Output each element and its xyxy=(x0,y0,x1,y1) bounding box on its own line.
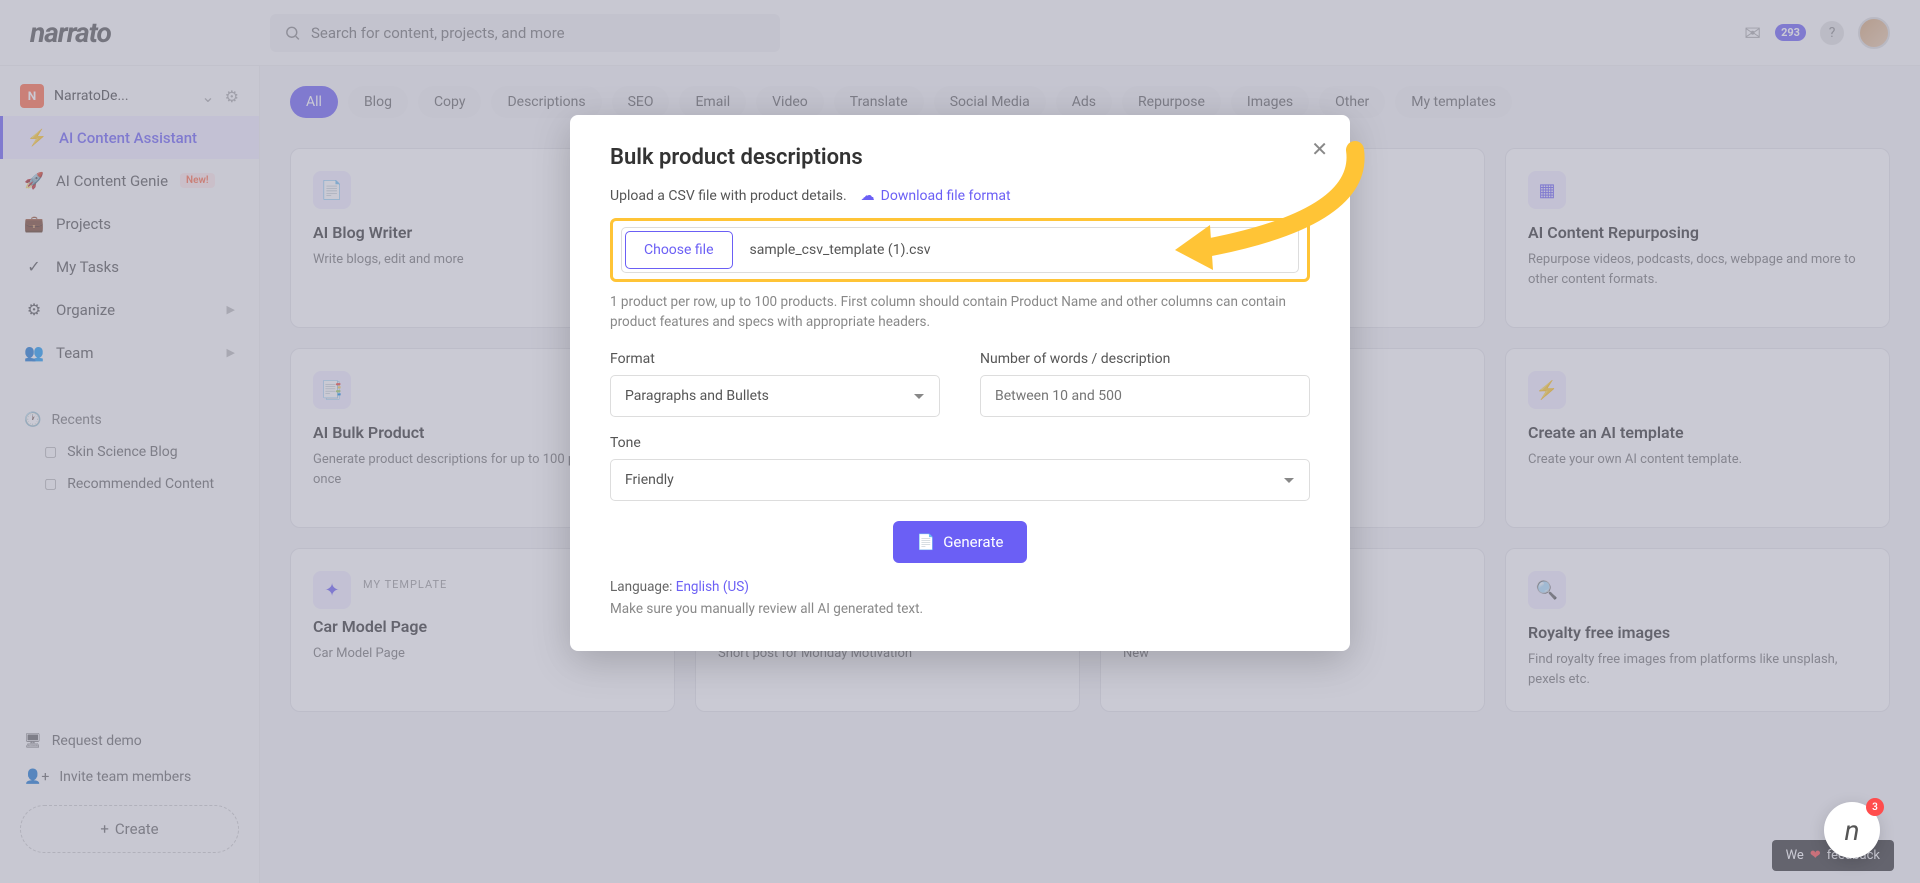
upload-label: Upload a CSV file with product details. xyxy=(610,188,847,204)
file-input-row: Choose file sample_csv_template (1).csv xyxy=(621,227,1299,273)
modal-title: Bulk product descriptions xyxy=(610,145,1310,170)
words-input[interactable] xyxy=(980,375,1310,417)
choose-file-button[interactable]: Choose file xyxy=(625,231,733,269)
download-format-link[interactable]: ☁ Download file format xyxy=(861,188,1011,204)
language-link[interactable]: English (US) xyxy=(676,579,749,595)
form-row: Format Paragraphs and Bullets Number of … xyxy=(610,351,1310,417)
file-highlight: Choose file sample_csv_template (1).csv xyxy=(610,218,1310,282)
language-row: Language: English (US) xyxy=(610,579,1310,595)
language-label: Language: xyxy=(610,579,676,595)
tone-label: Tone xyxy=(610,435,1310,451)
format-group: Format Paragraphs and Bullets xyxy=(610,351,940,417)
tone-select[interactable]: Friendly xyxy=(610,459,1310,501)
close-icon[interactable]: ✕ xyxy=(1311,137,1328,161)
helper-text: 1 product per row, up to 100 products. F… xyxy=(610,292,1310,333)
generate-button[interactable]: 📄 Generate xyxy=(893,521,1028,563)
tone-group: Tone Friendly xyxy=(610,435,1310,501)
generate-label: Generate xyxy=(943,533,1003,551)
words-group: Number of words / description xyxy=(980,351,1310,417)
notification-count-badge: 3 xyxy=(1866,798,1884,816)
bulk-product-modal: ✕ Bulk product descriptions Upload a CSV… xyxy=(570,115,1350,651)
floating-logo[interactable]: n 3 xyxy=(1824,802,1880,858)
words-label: Number of words / description xyxy=(980,351,1310,367)
doc-icon: 📄 xyxy=(917,533,936,551)
download-text: Download file format xyxy=(881,188,1011,204)
cloud-download-icon: ☁ xyxy=(861,188,875,204)
review-text: Make sure you manually review all AI gen… xyxy=(610,601,1310,617)
file-name: sample_csv_template (1).csv xyxy=(736,242,945,258)
format-label: Format xyxy=(610,351,940,367)
format-select[interactable]: Paragraphs and Bullets xyxy=(610,375,940,417)
upload-row: Upload a CSV file with product details. … xyxy=(610,188,1310,204)
